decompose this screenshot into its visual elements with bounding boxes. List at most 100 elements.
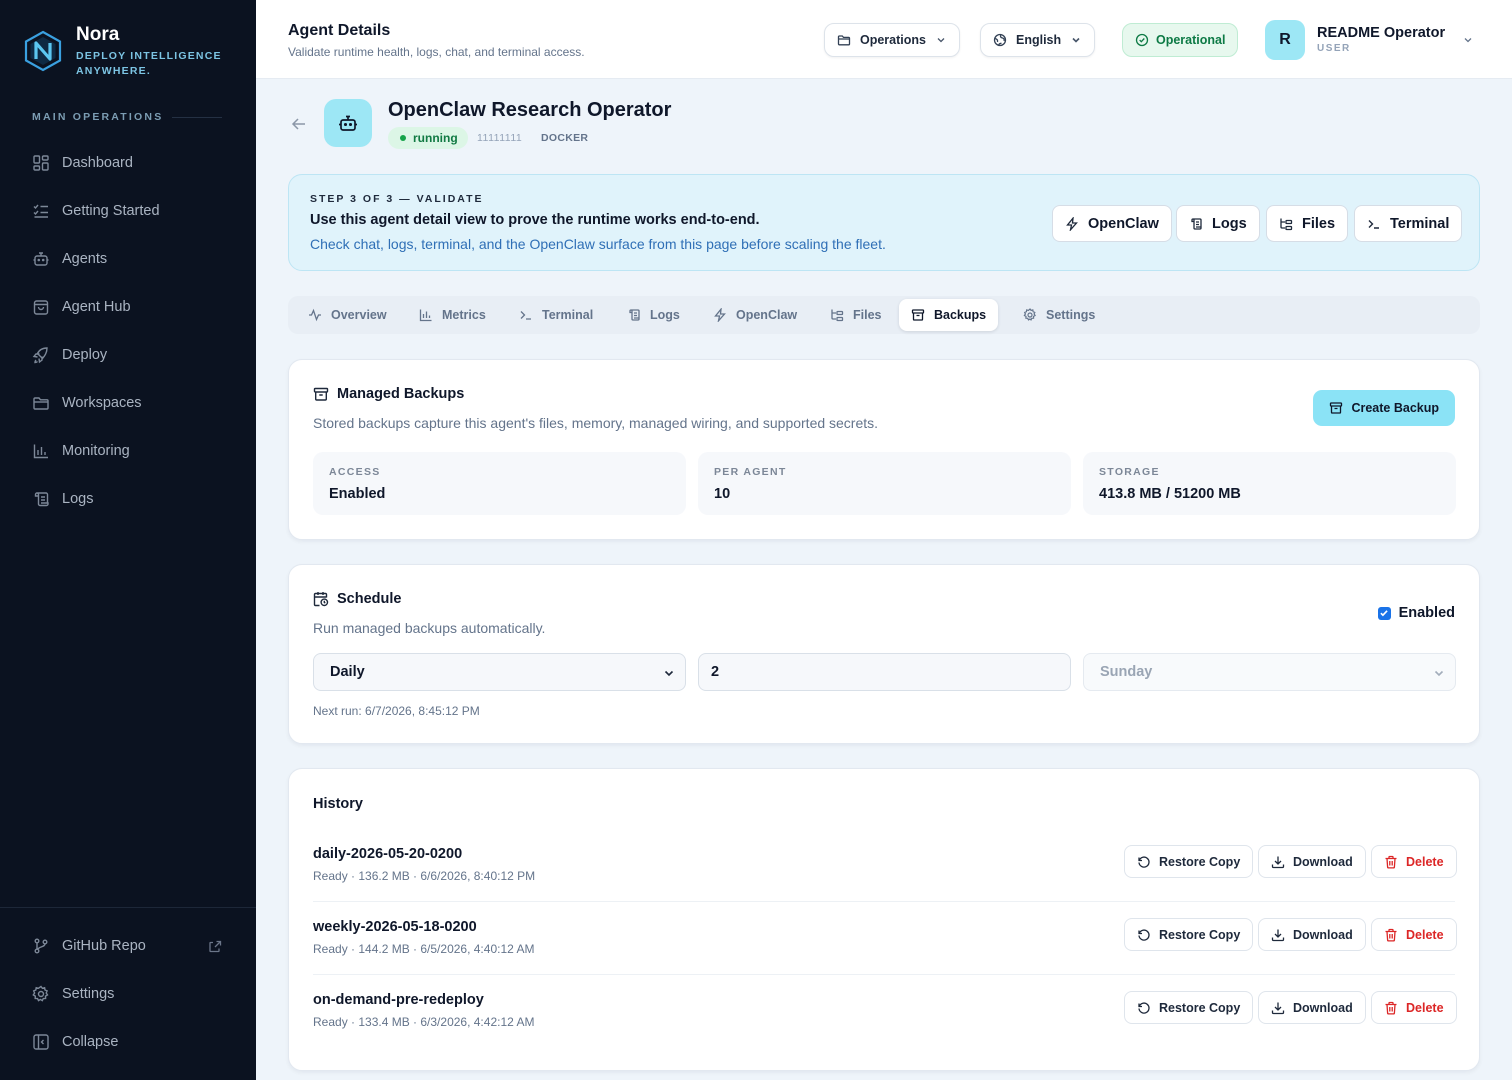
brand-tagline: DEPLOY INTELLIGENCE ANYWHERE. [76, 50, 222, 77]
tab-terminal[interactable]: Terminal [507, 299, 605, 331]
stat-value: Enabled [329, 486, 386, 502]
terminal-shortcut-button[interactable]: Terminal [1354, 205, 1463, 242]
tab-label: Settings [1046, 308, 1096, 322]
folder-icon [837, 33, 851, 47]
backup-meta: Ready · 133.4 MB · 6/3/2026, 4:42:12 AM [313, 1015, 535, 1029]
validation-banner: STEP 3 OF 3 — VALIDATE Use this agent de… [288, 174, 1480, 271]
back-arrow-icon[interactable] [290, 115, 308, 133]
list-item: daily-2026-05-20-0200 Ready · 136.2 MB ·… [313, 829, 1457, 902]
sidebar-item-deploy[interactable]: Deploy [20, 331, 236, 379]
delete-button[interactable]: Delete [1371, 918, 1457, 951]
shopping-bag-icon [32, 298, 50, 316]
sidebar-item-label: Agent Hub [62, 299, 131, 315]
delete-label: Delete [1406, 854, 1444, 869]
user-name[interactable]: README Operator [1317, 25, 1445, 41]
tab-overview[interactable]: Overview [296, 299, 399, 331]
enabled-checkbox[interactable] [1377, 606, 1391, 620]
restore-copy-button[interactable]: Restore Copy [1124, 845, 1254, 878]
create-backup-label: Create Backup [1351, 401, 1439, 415]
rotate-ccw-icon [1137, 855, 1151, 869]
bot-icon [32, 250, 50, 268]
archive-icon [313, 386, 329, 402]
backup-name: daily-2026-05-20-0200 [313, 846, 463, 862]
folder-icon [32, 394, 50, 412]
status-dot [400, 135, 406, 141]
hour-value: 2 [711, 664, 720, 680]
user-role: USER [1317, 43, 1351, 54]
language-label: English [1016, 33, 1062, 47]
sidebar-item-dashboard[interactable]: Dashboard [20, 139, 236, 187]
sidebar-divider [0, 907, 256, 908]
lightning-icon [1065, 216, 1079, 231]
managed-backups-description: Stored backups capture this agent's file… [313, 415, 879, 431]
brand[interactable]: Nora DEPLOY INTELLIGENCE ANYWHERE. [22, 24, 226, 79]
download-button[interactable]: Download [1258, 845, 1366, 878]
tab-label: Logs [650, 308, 680, 322]
delete-label: Delete [1406, 927, 1444, 942]
hour-input[interactable]: 2 [698, 653, 1071, 691]
sidebar-item-logs[interactable]: Logs [20, 475, 236, 523]
trash-icon [1384, 855, 1398, 869]
sidebar-item-label: Logs [62, 491, 94, 507]
logs-shortcut-button[interactable]: Logs [1176, 205, 1260, 242]
weekday-value: Sunday [1100, 664, 1153, 680]
agent-avatar [324, 99, 372, 147]
managed-backups-title-text: Managed Backups [337, 386, 465, 402]
banner-step: STEP 3 OF 3 — VALIDATE [310, 193, 484, 205]
agent-status-badge: running [388, 127, 468, 149]
restore-copy-button[interactable]: Restore Copy [1124, 991, 1254, 1024]
sidebar-item-collapse[interactable]: Collapse [20, 1018, 236, 1066]
history-title: History [313, 796, 363, 812]
chevron-down-icon [935, 34, 947, 46]
sidebar-item-label: GitHub Repo [62, 938, 146, 954]
workspace-label: Operations [860, 33, 926, 47]
banner-title: Use this agent detail view to prove the … [310, 212, 760, 228]
tab-logs[interactable]: Logs [615, 299, 692, 331]
download-icon [1271, 855, 1285, 869]
tab-backups[interactable]: Backups [899, 299, 999, 331]
restore-copy-button[interactable]: Restore Copy [1124, 918, 1254, 951]
sidebar-item-getting-started[interactable]: Getting Started [20, 187, 236, 235]
sidebar-item-agents[interactable]: Agents [20, 235, 236, 283]
language-selector[interactable]: English [980, 23, 1096, 57]
delete-button[interactable]: Delete [1371, 991, 1457, 1024]
tab-metrics[interactable]: Metrics [407, 299, 498, 331]
avatar[interactable]: R [1265, 20, 1305, 60]
download-icon [1271, 928, 1285, 942]
sidebar-item-settings[interactable]: Settings [20, 970, 236, 1018]
globe-icon [993, 33, 1007, 47]
gear-icon [1023, 308, 1037, 322]
tab-settings[interactable]: Settings [1011, 299, 1107, 331]
download-icon [1271, 1001, 1285, 1015]
sidebar-item-workspaces[interactable]: Workspaces [20, 379, 236, 427]
delete-button[interactable]: Delete [1371, 845, 1457, 878]
sidebar-item-github-repo[interactable]: GitHub Repo [20, 922, 236, 970]
schedule-enabled-toggle[interactable]: Enabled [1377, 605, 1455, 621]
terminal-icon [519, 308, 533, 322]
scroll-icon [1189, 217, 1203, 231]
sidebar-item-agent-hub[interactable]: Agent Hub [20, 283, 236, 331]
tab-files[interactable]: Files [818, 299, 894, 331]
download-button[interactable]: Download [1258, 991, 1366, 1024]
rotate-ccw-icon [1137, 928, 1151, 942]
tab-label: Overview [331, 308, 387, 322]
user-menu-chevron-icon[interactable] [1462, 34, 1474, 46]
history-card: History daily-2026-05-20-0200 Ready · 13… [288, 768, 1480, 1071]
download-label: Download [1293, 927, 1353, 942]
sidebar-item-monitoring[interactable]: Monitoring [20, 427, 236, 475]
folder-tree-icon [1279, 217, 1293, 231]
openclaw-shortcut-button[interactable]: OpenClaw [1052, 205, 1172, 242]
download-button[interactable]: Download [1258, 918, 1366, 951]
check-circle-icon [1135, 33, 1149, 47]
backup-name: on-demand-pre-redeploy [313, 992, 484, 1008]
list-item: weekly-2026-05-18-0200 Ready · 144.2 MB … [313, 902, 1457, 975]
files-shortcut-button[interactable]: Files [1266, 205, 1349, 242]
terminal-icon [1367, 217, 1381, 231]
create-backup-button[interactable]: Create Backup [1313, 390, 1455, 426]
workspace-selector[interactable]: Operations [824, 23, 960, 57]
bar-chart-icon [419, 308, 433, 322]
stat-value: 10 [714, 486, 731, 502]
tab-openclaw[interactable]: OpenClaw [701, 299, 809, 331]
main-content: OpenClaw Research Operator running 11111… [256, 79, 1512, 1080]
frequency-select[interactable]: Daily [313, 653, 686, 691]
